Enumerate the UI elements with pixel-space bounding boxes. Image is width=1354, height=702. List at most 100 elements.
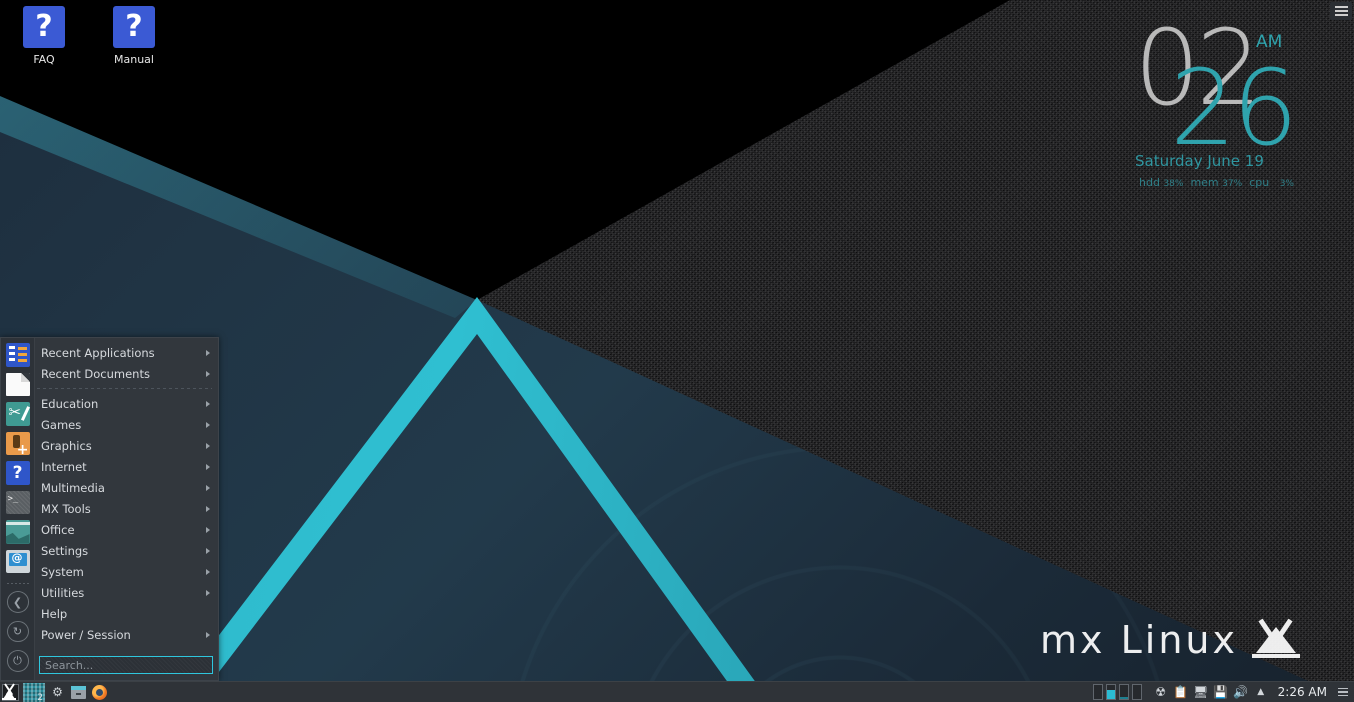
show-hidden-icons-arrow[interactable]: ▲ xyxy=(1252,683,1270,701)
conky-clock-widget: 02 26 AM Saturday June 19 hdd 38% mem 37%… xyxy=(1134,16,1324,189)
package-updater-icon[interactable]: ☢ xyxy=(1152,683,1170,701)
chevron-right-icon xyxy=(206,547,210,554)
system-monitor-icon[interactable] xyxy=(5,520,30,544)
firefox-icon xyxy=(92,684,107,700)
conky-mem-label: mem xyxy=(1190,176,1219,189)
menu-item-list: Recent Applications Recent Documents Edu… xyxy=(35,338,218,680)
chevron-right-icon xyxy=(206,568,210,575)
menu-item-education[interactable]: Education xyxy=(35,393,218,414)
menu-item-mx-tools[interactable]: MX Tools xyxy=(35,498,218,519)
menu-item-multimedia[interactable]: Multimedia xyxy=(35,477,218,498)
chevron-right-icon xyxy=(206,505,210,512)
terminal-icon[interactable] xyxy=(5,490,30,515)
clipboard-manager-icon[interactable]: 📋 xyxy=(1172,683,1190,701)
menu-item-label: System xyxy=(41,564,84,579)
menu-item-utilities[interactable]: Utilities xyxy=(35,582,218,603)
workspace-1[interactable] xyxy=(1092,684,1103,700)
system-tray: ☢ 📋 🖥 💾 🔊 ▲ 2:26 AM xyxy=(1092,682,1354,702)
manual-help-icon: ? xyxy=(113,6,155,48)
taskbar-panel: 2 ☢ 📋 🖥 💾 🔊 xyxy=(0,681,1354,702)
chevron-right-icon xyxy=(206,370,210,377)
mx-linux-watermark: mx Linux xyxy=(1040,618,1300,662)
menu-item-label: MX Tools xyxy=(41,501,91,516)
window-menu-hamburger-icon[interactable] xyxy=(1330,2,1352,20)
mx-tools-icon[interactable] xyxy=(5,402,30,426)
workspace-4[interactable] xyxy=(1131,684,1142,700)
mx-linux-logo-mark xyxy=(1251,618,1300,658)
menu-item-games[interactable]: Games xyxy=(35,414,218,435)
workspace-3[interactable] xyxy=(1118,684,1129,700)
help-icon[interactable] xyxy=(5,461,30,485)
documents-icon[interactable] xyxy=(5,372,30,397)
desktop-screen: mx Linux ? FAQ ? Manual 02 26 AM Saturda… xyxy=(0,0,1354,702)
chevron-right-icon xyxy=(206,400,210,407)
conky-mem-value: 37% xyxy=(1222,179,1243,189)
mx-logo-icon xyxy=(2,682,19,701)
show-desktop-button[interactable]: 2 xyxy=(22,682,46,702)
conky-ampm: AM xyxy=(1256,32,1283,52)
network-manager-icon[interactable]: 🖥 xyxy=(1192,683,1210,701)
conky-minutes: 26 xyxy=(1170,47,1298,169)
whisker-menu-button[interactable] xyxy=(1,682,20,702)
panel-launchers: 2 xyxy=(0,682,110,702)
panel-clock[interactable]: 2:26 AM xyxy=(1272,685,1333,699)
desktop-icon-manual[interactable]: ? Manual xyxy=(98,6,170,66)
chevron-right-icon xyxy=(206,442,210,449)
workspace-switcher[interactable] xyxy=(1092,684,1142,700)
menu-item-label: Office xyxy=(41,522,75,537)
application-menu: ❮ ↻ ⏻ Recent Applications Recent Documen… xyxy=(0,337,219,681)
package-installer-icon[interactable] xyxy=(5,431,30,456)
menu-item-help[interactable]: Help xyxy=(35,603,218,624)
menu-item-internet[interactable]: Internet xyxy=(35,456,218,477)
chevron-right-icon xyxy=(206,526,210,533)
conky-system-stats: hdd 38% mem 37% cpu 3% xyxy=(1139,176,1294,189)
menu-item-label: Multimedia xyxy=(41,480,105,495)
chevron-right-icon xyxy=(206,349,210,356)
logout-icon[interactable]: ❮ xyxy=(6,591,29,613)
disk-usage-icon[interactable]: 💾 xyxy=(1212,683,1230,701)
show-desktop-label: 2 xyxy=(37,692,43,702)
shutdown-icon[interactable]: ⏻ xyxy=(6,650,29,673)
volume-icon[interactable]: 🔊 xyxy=(1232,683,1250,701)
about-icon[interactable] xyxy=(5,549,30,574)
faq-help-icon: ? xyxy=(23,6,65,48)
desktop-icon-label: Manual xyxy=(114,53,154,66)
chevron-right-icon xyxy=(206,484,210,491)
menu-item-office[interactable]: Office xyxy=(35,519,218,540)
menu-item-settings[interactable]: Settings xyxy=(35,540,218,561)
menu-item-system[interactable]: System xyxy=(35,561,218,582)
menu-item-label: Internet xyxy=(41,459,87,474)
mx-linux-wordmark: mx Linux xyxy=(1040,618,1238,662)
menu-item-graphics[interactable]: Graphics xyxy=(35,435,218,456)
workspace-2[interactable] xyxy=(1105,684,1116,700)
menu-item-recent-applications[interactable]: Recent Applications xyxy=(35,342,218,363)
menu-item-label: Help xyxy=(41,606,68,621)
chevron-right-icon xyxy=(206,463,210,470)
recent-applications-icon[interactable] xyxy=(5,343,30,367)
firefox-launcher[interactable] xyxy=(90,683,109,702)
gears-icon xyxy=(52,685,63,699)
menu-item-label: Utilities xyxy=(41,585,85,600)
conky-hdd-value: 38% xyxy=(1163,179,1184,189)
chevron-right-icon xyxy=(206,631,210,638)
menu-item-recent-documents[interactable]: Recent Documents xyxy=(35,363,218,384)
sidebar-divider xyxy=(6,583,29,585)
restart-icon[interactable]: ↻ xyxy=(6,620,29,643)
menu-item-power-session[interactable]: Power / Session xyxy=(35,624,218,645)
package-manager-launcher[interactable] xyxy=(69,683,88,702)
desktop-icon-faq[interactable]: ? FAQ xyxy=(8,6,80,66)
conky-cpu-value: 3% xyxy=(1279,179,1294,189)
package-box-icon xyxy=(71,685,86,699)
conky-date: Saturday June 19 xyxy=(1135,152,1264,170)
menu-item-label: Graphics xyxy=(41,438,92,453)
settings-gears-launcher[interactable] xyxy=(48,683,67,702)
menu-search-container xyxy=(35,652,218,680)
menu-item-label: Settings xyxy=(41,543,89,558)
search-input[interactable] xyxy=(39,656,213,674)
panel-menu-hamburger-icon[interactable] xyxy=(1335,683,1351,701)
conky-hdd-label: hdd xyxy=(1139,176,1160,189)
chevron-right-icon xyxy=(206,421,210,428)
menu-item-label: Recent Applications xyxy=(41,345,155,360)
menu-sidebar: ❮ ↻ ⏻ xyxy=(1,338,35,680)
menu-item-label: Games xyxy=(41,417,82,432)
